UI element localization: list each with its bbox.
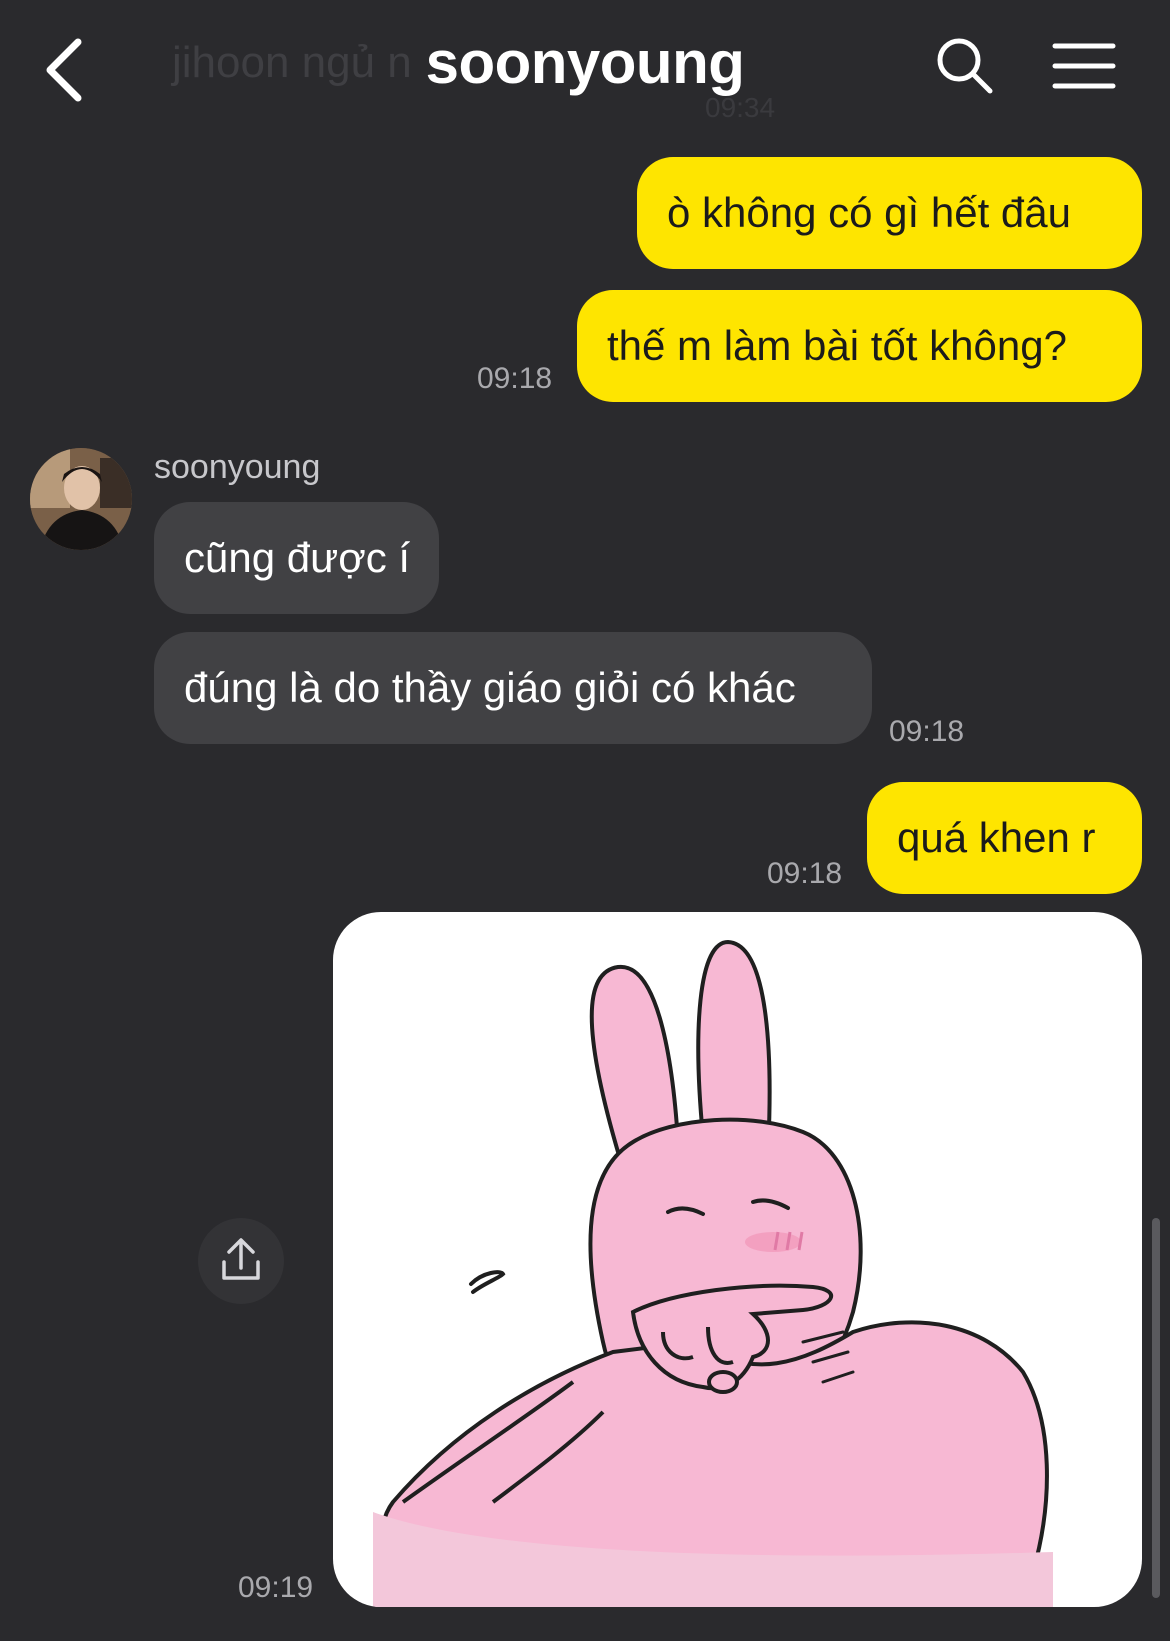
message-timestamp: 09:18 xyxy=(477,362,553,395)
share-upload-icon xyxy=(222,1238,260,1280)
scrollbar[interactable] xyxy=(1152,1218,1160,1598)
search-icon xyxy=(937,38,993,94)
back-button[interactable] xyxy=(38,34,98,104)
share-button[interactable] xyxy=(198,1218,284,1304)
message-text: ò không có gì hết đâu xyxy=(667,189,1071,236)
sender-name: soonyoung xyxy=(154,448,321,486)
menu-button[interactable] xyxy=(1052,42,1116,90)
profile-photo xyxy=(30,448,132,550)
message-bubble-received[interactable]: đúng là do thầy giáo giỏi có khác xyxy=(154,632,872,744)
message-text: cũng được í xyxy=(184,534,411,581)
message-timestamp: 09:18 xyxy=(889,715,965,748)
message-text: đúng là do thầy giáo giỏi có khác xyxy=(184,664,796,711)
chat-header: jihoon ngủ n 09:34 soonyoung xyxy=(0,0,1170,140)
message-timestamp: 09:18 xyxy=(767,857,843,890)
chevron-left-icon xyxy=(46,38,82,102)
sticker-message[interactable] xyxy=(333,912,1142,1607)
message-bubble-received[interactable]: cũng được í xyxy=(154,502,439,614)
message-timestamp: 09:19 xyxy=(238,1571,314,1604)
message-text: quá khen r xyxy=(897,814,1096,861)
avatar[interactable] xyxy=(30,448,132,550)
pink-rabbit-sticker xyxy=(373,939,1053,1607)
message-bubble-sent[interactable]: ò không có gì hết đâu xyxy=(637,157,1142,269)
hamburger-menu-icon xyxy=(1052,43,1116,89)
message-text: thế m làm bài tốt không? xyxy=(607,322,1067,369)
message-bubble-sent[interactable]: thế m làm bài tốt không? xyxy=(577,290,1142,402)
search-button[interactable] xyxy=(935,36,995,96)
message-bubble-sent[interactable]: quá khen r xyxy=(867,782,1142,894)
